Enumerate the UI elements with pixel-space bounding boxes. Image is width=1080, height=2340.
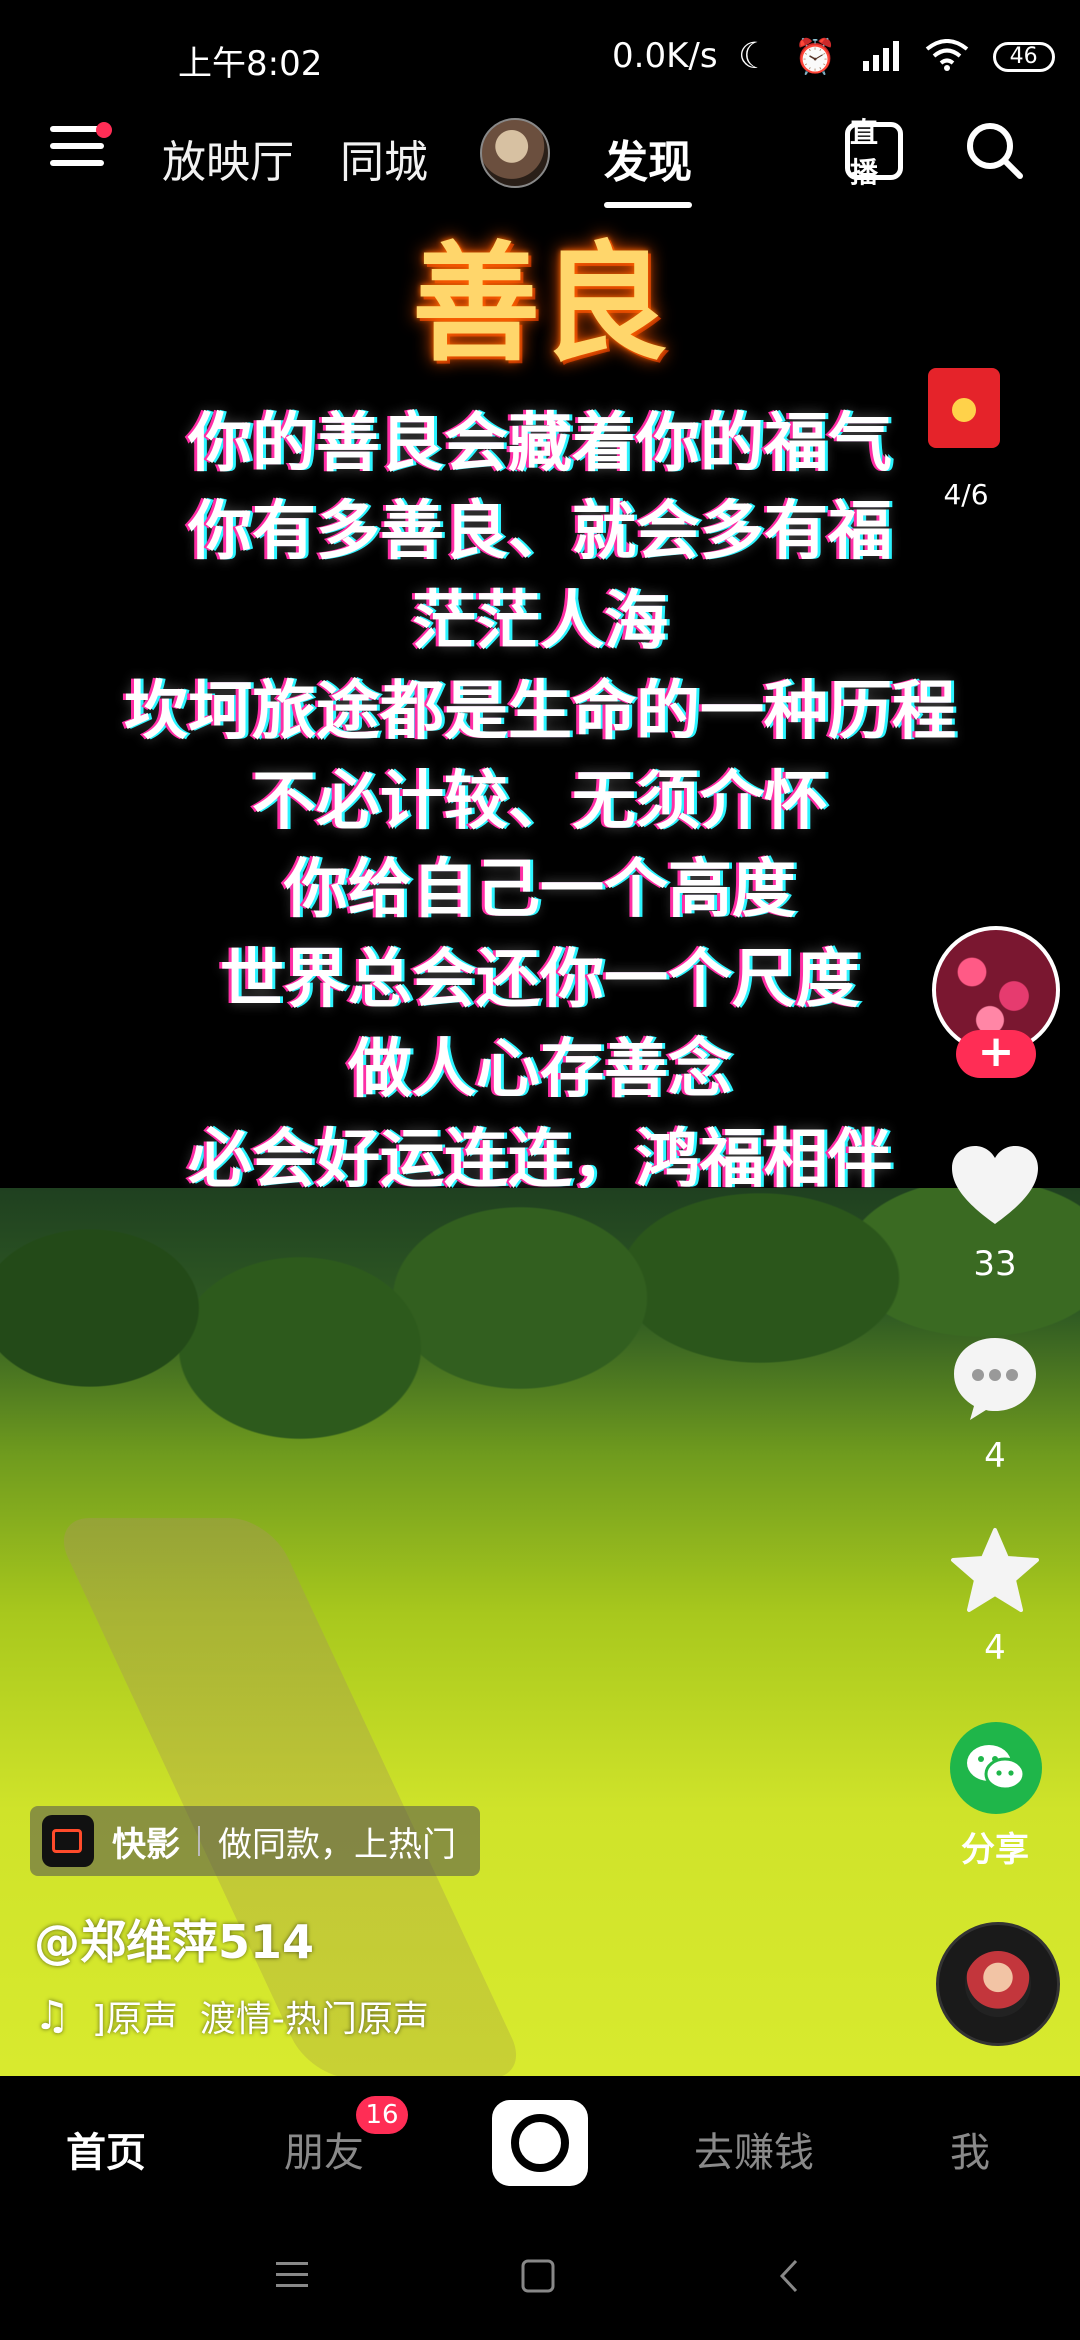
poem-line: 茫茫人海	[412, 585, 668, 659]
record-button[interactable]	[492, 2100, 588, 2186]
tab-friends[interactable]: 朋友	[284, 2120, 364, 2178]
nav-avatar[interactable]	[480, 118, 550, 188]
alarm-icon: ⏰	[794, 36, 837, 77]
moon-icon: ☾	[738, 36, 771, 77]
system-nav-bar	[0, 2216, 1080, 2340]
record-icon	[511, 2114, 569, 2172]
likes-count: 33	[973, 1244, 1017, 1284]
battery-icon: 46	[992, 41, 1055, 72]
promo-text: 做同款，上热门	[218, 1824, 456, 1865]
poem-line: 你给自己一个高度	[284, 853, 796, 927]
music-title: 渡情-热门原声	[199, 1999, 429, 2040]
music-prefix: ]原声	[91, 1999, 178, 2040]
search-icon[interactable]	[964, 120, 1024, 180]
wechat-share-icon[interactable]	[950, 1722, 1042, 1814]
heart-icon[interactable]	[950, 1144, 1040, 1234]
wifi-icon	[925, 38, 969, 75]
network-speed: 0.0K/s	[612, 36, 718, 76]
status-icons: ☾ ⏰ 46	[738, 36, 1055, 77]
music-disc-icon[interactable]	[936, 1922, 1060, 2046]
tab-discover[interactable]: 发现	[604, 126, 692, 208]
poem-line: 必会好运连连，鸿福相伴	[188, 1123, 892, 1197]
star-icon[interactable]	[950, 1526, 1040, 1616]
promo-divider	[198, 1826, 200, 1856]
poem-line: 你的善良会藏着你的福气	[188, 407, 892, 481]
tab-home[interactable]: 首页	[66, 2120, 146, 2178]
home-icon[interactable]	[520, 2258, 556, 2298]
favorites-count: 4	[984, 1628, 1006, 1668]
signal-icon	[861, 39, 901, 75]
music-info[interactable]: ♫ ]原声 渡情-热门原声	[34, 1990, 429, 2042]
kuaiying-icon	[42, 1815, 94, 1867]
tab-cinema[interactable]: 放映厅	[162, 126, 294, 190]
red-packet-count: 4/6	[943, 478, 989, 511]
status-time: 上午8:02	[178, 44, 323, 84]
music-note-icon: ♫	[34, 1993, 70, 2039]
status-bar: 上午8:02 0.0K/s ☾ ⏰ 46	[0, 0, 1080, 120]
comments-count: 4	[984, 1436, 1006, 1476]
red-packet-icon[interactable]	[928, 368, 1000, 448]
comment-icon[interactable]	[950, 1334, 1040, 1424]
poem-line: 做人心存善念	[348, 1033, 732, 1107]
template-promo-banner[interactable]: 快影 做同款，上热门	[30, 1806, 480, 1876]
friends-badge: 16	[356, 2096, 408, 2134]
recent-apps-icon[interactable]	[274, 2258, 310, 2296]
tab-me[interactable]: 我	[950, 2120, 990, 2178]
menu-icon[interactable]	[50, 122, 112, 172]
live-icon[interactable]: 直播	[845, 116, 903, 189]
tab-earn[interactable]: 去赚钱	[694, 2120, 814, 2178]
author-username[interactable]: @郑维萍514	[34, 1906, 314, 1972]
notification-dot	[96, 122, 112, 138]
poem-line: 你有多善良、就会多有福	[188, 495, 892, 569]
share-label[interactable]: 分享	[930, 1822, 1060, 1871]
poem-line: 坎坷旅途都是生命的一种历程	[124, 675, 956, 749]
poem-title: 善良	[411, 230, 668, 379]
promo-brand: 快影	[112, 1824, 180, 1865]
tab-local[interactable]: 同城	[340, 126, 428, 190]
follow-button[interactable]: +	[956, 1030, 1036, 1078]
music-disc-cover	[965, 1951, 1031, 2017]
poem-line: 不必计较、无须介怀	[252, 765, 828, 839]
back-icon[interactable]	[776, 2258, 802, 2298]
poem-line: 世界总会还你一个尺度	[220, 943, 860, 1017]
